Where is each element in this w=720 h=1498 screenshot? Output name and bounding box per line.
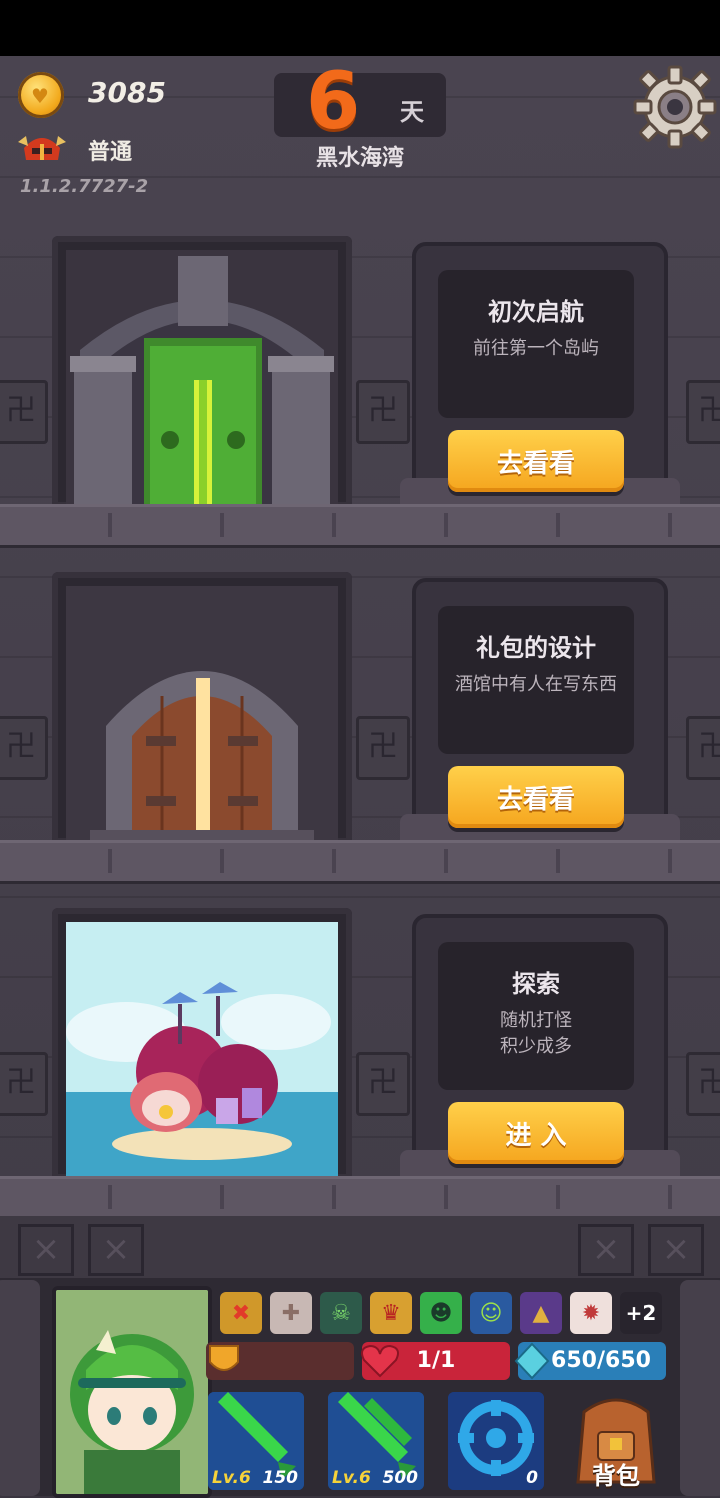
skill-slot-1[interactable]: Lv.6 150 <box>208 1392 304 1490</box>
cross-medal-icon[interactable]: ✚ <box>270 1292 312 1334</box>
skill-level: Lv.6 <box>332 1468 371 1488</box>
skill-slot-2[interactable]: Lv.6 500 <box>328 1392 424 1490</box>
skill-slot-3[interactable]: 0 <box>448 1392 544 1490</box>
green-vault-door-art <box>66 250 338 508</box>
enter-button[interactable]: 进 入 <box>448 1102 624 1164</box>
eye-talisman-icon[interactable]: ✹ <box>570 1292 612 1334</box>
quest-description: 随机打怪 积少成多 <box>500 1010 572 1057</box>
quest-description: 前往第一个岛屿 <box>473 338 599 359</box>
version-label: 1.1.2.7727-2 <box>20 176 149 197</box>
wooden-arch-door-art <box>66 586 338 844</box>
location-name: 黑水海湾 <box>315 146 404 171</box>
backpack-label: 背包 <box>592 1462 640 1490</box>
quest-art-frame-2[interactable] <box>52 572 352 844</box>
wall-glyph: 卍 <box>0 380 48 444</box>
day-number: 6 <box>306 57 361 147</box>
wall-glyph: 卍 <box>686 1052 720 1116</box>
quest-panel-1: 初次启航 前往第一个岛屿 去看看 <box>400 242 680 516</box>
wall-glyph: 卍 <box>356 716 410 780</box>
go-look-button[interactable]: 去看看 <box>448 766 624 828</box>
settings-gear-icon[interactable] <box>632 64 718 150</box>
stone-shelf <box>0 1176 720 1220</box>
wall-glyph: 卍 <box>356 380 410 444</box>
hp-value: 1/1 <box>416 1348 456 1373</box>
quest-title: 礼包的设计 <box>476 634 596 662</box>
coin-count: 3085 <box>88 76 166 109</box>
prev-hero-arrow[interactable] <box>0 1280 40 1496</box>
hp-bar: 1/1 <box>361 1342 510 1380</box>
wall-glyph: 卍 <box>0 716 48 780</box>
wall-glyph: 卍 <box>0 1052 48 1116</box>
skill-level: Lv.6 <box>212 1468 251 1488</box>
skill-cost: 0 <box>526 1468 538 1488</box>
backpack-button[interactable]: 背包 <box>564 1392 668 1490</box>
armor-bar <box>206 1342 354 1380</box>
quest-title: 探索 <box>512 970 560 998</box>
status-effects-row: ✖ ✚ ☠ ♛ ☻ ☺ ▲ ✹ +2 <box>220 1292 662 1334</box>
quest-info-screen: 探索 随机打怪 积少成多 <box>438 942 634 1090</box>
rail-x-glyph: ⨯ <box>578 1224 634 1276</box>
coin-heart-icon: ♥ <box>31 84 49 108</box>
more-effects-badge[interactable]: +2 <box>620 1292 662 1334</box>
skill-cost: 500 <box>382 1468 419 1488</box>
quest-panel-2: 礼包的设计 酒馆中有人在写东西 去看看 <box>400 578 680 852</box>
quest-info-screen: 初次启航 前往第一个岛屿 <box>438 270 634 418</box>
blue-monster-icon[interactable]: ☺ <box>470 1292 512 1334</box>
mana-bar: 650/650 <box>514 1342 666 1380</box>
quest-art-frame-1[interactable] <box>52 236 352 508</box>
green-slime-icon[interactable]: ☻ <box>420 1292 462 1334</box>
quest-title: 初次启航 <box>488 298 584 326</box>
rail-x-glyph: ⨯ <box>648 1224 704 1276</box>
hero-portrait[interactable] <box>52 1286 212 1498</box>
coral-island-art <box>66 922 338 1180</box>
skill-cost: 150 <box>262 1468 299 1488</box>
stone-shelf <box>0 504 720 548</box>
rail-x-glyph: ⨯ <box>88 1224 144 1276</box>
green-zombie-icon[interactable]: ☠ <box>320 1292 362 1334</box>
wall-glyph: 卍 <box>686 380 720 444</box>
wall-glyph: 卍 <box>686 716 720 780</box>
helmet-icon <box>18 136 66 160</box>
crown-shield-icon[interactable]: ♛ <box>370 1292 412 1334</box>
difficulty-label: 普通 <box>88 140 133 165</box>
wall-glyph: 卍 <box>356 1052 410 1116</box>
day-unit: 天 <box>400 98 424 126</box>
mana-value: 650/650 <box>551 1348 651 1373</box>
quest-info-screen: 礼包的设计 酒馆中有人在写东西 <box>438 606 634 754</box>
armor-shield-icon <box>209 1345 239 1371</box>
system-status-bar <box>0 0 720 56</box>
stone-shelf <box>0 840 720 884</box>
quest-description: 酒馆中有人在写东西 <box>455 674 617 695</box>
quest-panel-3: 探索 随机打怪 积少成多 进 入 <box>400 914 680 1188</box>
rail-x-glyph: ⨯ <box>18 1224 74 1276</box>
red-x-shield-icon[interactable]: ✖ <box>220 1292 262 1334</box>
next-hero-arrow[interactable] <box>680 1280 720 1496</box>
go-look-button[interactable]: 去看看 <box>448 430 624 492</box>
quest-art-frame-3[interactable] <box>52 908 352 1180</box>
wizard-hat-icon[interactable]: ▲ <box>520 1292 562 1334</box>
